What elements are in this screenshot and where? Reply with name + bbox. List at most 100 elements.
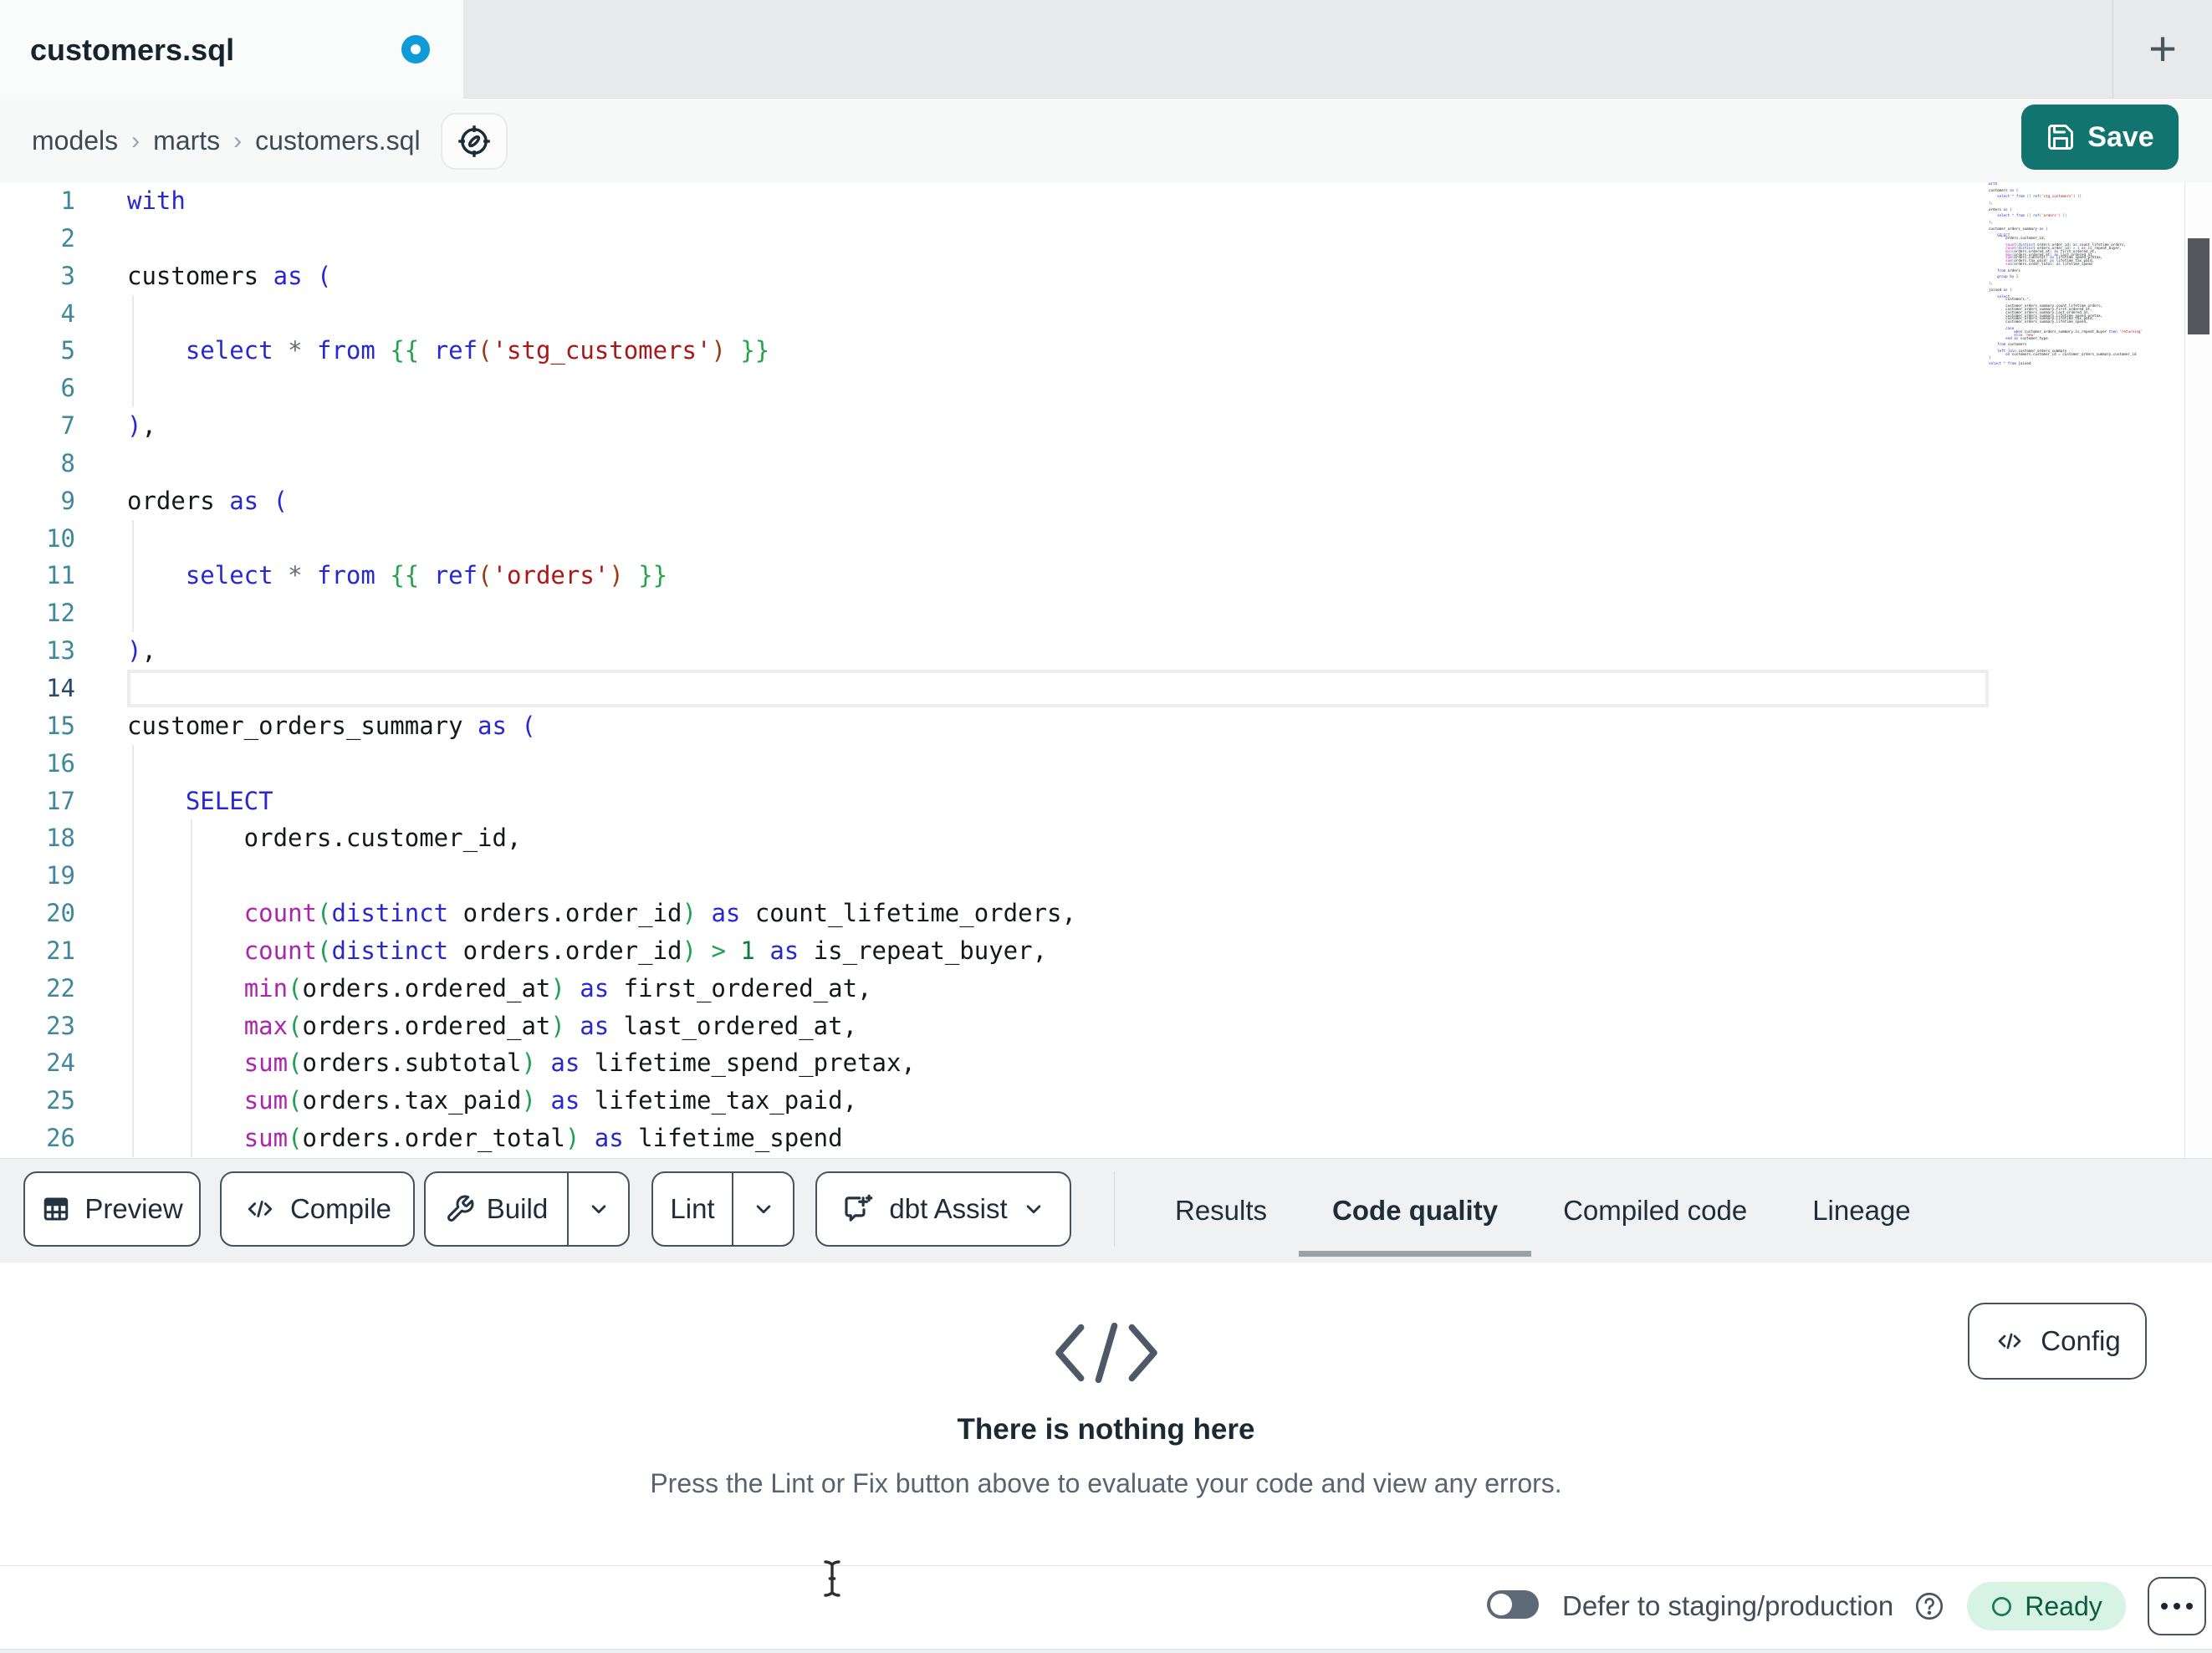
line-number: 22 — [46, 973, 75, 1003]
status-badge[interactable]: Ready — [1967, 1582, 2126, 1630]
editor-line[interactable]: 3 customers as ( — [0, 258, 1989, 295]
breadcrumb-customers-sql[interactable]: customers.sql — [255, 125, 420, 156]
lint-main-segment[interactable]: Lint — [653, 1173, 733, 1245]
line-number: 11 — [46, 561, 75, 590]
editor-line[interactable]: 9 orders as ( — [0, 482, 1989, 520]
indent-guide — [132, 782, 134, 820]
breadcrumb-models[interactable]: models — [32, 125, 118, 156]
preview-button[interactable]: Preview — [23, 1171, 201, 1247]
help-icon[interactable] — [1913, 1590, 1945, 1622]
indent-guide — [191, 1120, 192, 1157]
editor-line[interactable]: 6 — [0, 370, 1989, 408]
line-number: 16 — [46, 748, 75, 778]
code-editor[interactable]: 1 with 2 3 customers as (4 5 select * from {{… — [0, 182, 2212, 1158]
editor-line[interactable]: 23 max(orders.ordered_at) as last_ordere… — [0, 1007, 1989, 1045]
editor-line[interactable]: 4 — [0, 294, 1989, 333]
status-circle-icon — [1990, 1595, 2013, 1618]
results-panel-tabs: Results Code quality Compiled code Lineage — [1175, 1158, 1911, 1263]
line-number: 1 — [60, 186, 75, 215]
line-number: 14 — [46, 673, 75, 702]
editor-line[interactable]: 24 sum(orders.subtotal) as lifetime_spen… — [0, 1044, 1989, 1083]
editor-line[interactable]: 2 — [0, 220, 1989, 258]
code-lines[interactable]: 1 with 2 3 customers as (4 5 select * from {{… — [0, 182, 1989, 1157]
tab-compiled-code[interactable]: Compiled code — [1563, 1195, 1747, 1227]
tab-title: customers.sql — [30, 32, 235, 67]
editor-line[interactable]: 13), — [0, 632, 1989, 670]
status-bar: Defer to staging/production Ready — [0, 1565, 2212, 1649]
breadcrumb: models › marts › customers.sql — [0, 99, 2212, 182]
locate-in-file-tree-button[interactable] — [440, 112, 508, 170]
indent-guide — [191, 969, 192, 1008]
new-tab-button[interactable]: + — [2112, 0, 2212, 98]
line-number: 6 — [60, 374, 75, 403]
editor-line[interactable]: 21 count(distinct orders.order_id) > 1 a… — [0, 931, 1989, 970]
editor-line[interactable]: 20 count(distinct orders.order_id) as co… — [0, 895, 1989, 932]
defer-toggle[interactable] — [1487, 1590, 1539, 1619]
minimap[interactable]: with customers as ( select * from {{ ref(… — [1989, 182, 2181, 575]
tab-customers-sql[interactable]: customers.sql — [0, 0, 463, 99]
table-icon — [41, 1194, 71, 1224]
editor-line[interactable]: 16 — [0, 744, 1989, 783]
code-brackets-icon — [243, 1195, 277, 1223]
lint-button[interactable]: Lint — [651, 1171, 794, 1247]
editor-line[interactable]: 15 customer_orders_summary as ( — [0, 707, 1989, 745]
line-number: 4 — [60, 298, 75, 328]
editor-line[interactable]: 10 — [0, 519, 1989, 558]
line-number: 3 — [60, 261, 75, 290]
empty-state: There is nothing here Press the Lint or … — [0, 1263, 2212, 1499]
ellipsis-icon — [2161, 1603, 2168, 1610]
status-label: Ready — [2025, 1590, 2102, 1621]
config-button[interactable]: Config — [1968, 1303, 2147, 1380]
lint-label: Lint — [670, 1193, 715, 1224]
line-number: 21 — [46, 936, 75, 965]
tab-code-quality[interactable]: Code quality — [1299, 1195, 1532, 1257]
breadcrumb-marts[interactable]: marts — [153, 125, 220, 156]
compile-button[interactable]: Compile — [220, 1171, 415, 1247]
editor-scrollbar[interactable] — [2184, 182, 2212, 1158]
editor-line[interactable]: 25 sum(orders.tax_paid) as lifetime_tax_… — [0, 1082, 1989, 1120]
chevron-right-icon: › — [233, 126, 243, 155]
dbt-ide-window: + customers.sql models › marts › custome… — [0, 0, 2212, 1653]
indent-guide — [132, 1044, 134, 1083]
editor-line[interactable]: 19 — [0, 857, 1989, 895]
editor-line[interactable]: 5 select * from {{ ref('stg_customers') … — [0, 332, 1989, 370]
tab-lineage[interactable]: Lineage — [1812, 1195, 1910, 1227]
editor-line[interactable]: 18 orders.customer_id, — [0, 819, 1989, 858]
more-options-button[interactable] — [2148, 1577, 2206, 1635]
editor-line[interactable]: 17 SELECT — [0, 782, 1989, 820]
editor-line[interactable]: 12 — [0, 594, 1989, 633]
indent-guide — [132, 931, 134, 970]
config-label: Config — [2041, 1325, 2121, 1356]
editor-line[interactable]: 8 — [0, 445, 1989, 482]
build-button[interactable]: Build — [424, 1171, 630, 1247]
dbt-assist-button[interactable]: dbt Assist — [815, 1171, 1071, 1247]
line-number: 18 — [46, 824, 75, 853]
indent-guide — [132, 1007, 134, 1045]
toggle-knob — [1490, 1594, 1512, 1615]
indent-guide — [191, 1082, 192, 1120]
tab-results[interactable]: Results — [1175, 1195, 1267, 1227]
build-dropdown-button[interactable] — [569, 1173, 628, 1245]
scrollbar-thumb[interactable] — [2188, 238, 2209, 334]
indent-guide — [132, 294, 134, 333]
lint-dropdown-button[interactable] — [733, 1173, 793, 1245]
editor-line[interactable]: 14 — [0, 669, 1989, 707]
chevron-down-icon — [586, 1196, 611, 1222]
plus-icon: + — [2148, 22, 2177, 76]
save-button[interactable]: Save — [2021, 105, 2179, 170]
editor-line[interactable]: 7), — [0, 407, 1989, 445]
indent-guide — [132, 969, 134, 1008]
editor-line[interactable]: 1 with — [0, 182, 1989, 220]
code-quality-panel: There is nothing here Press the Lint or … — [0, 1263, 2212, 1565]
preview-label: Preview — [84, 1193, 183, 1224]
indent-guide — [132, 519, 134, 558]
line-number: 12 — [46, 599, 75, 628]
line-number: 10 — [46, 523, 75, 553]
build-main-segment[interactable]: Build — [426, 1173, 569, 1245]
indent-guide — [132, 895, 134, 932]
window-bottom-edge — [0, 1649, 2212, 1653]
editor-line[interactable]: 11 select * from {{ ref('orders') }} — [0, 557, 1989, 595]
editor-line[interactable]: 26 sum(orders.order_total) as lifetime_s… — [0, 1120, 1989, 1157]
editor-line[interactable]: 22 min(orders.ordered_at) as first_order… — [0, 969, 1989, 1008]
defer-label: Defer to staging/production — [1562, 1590, 1894, 1621]
